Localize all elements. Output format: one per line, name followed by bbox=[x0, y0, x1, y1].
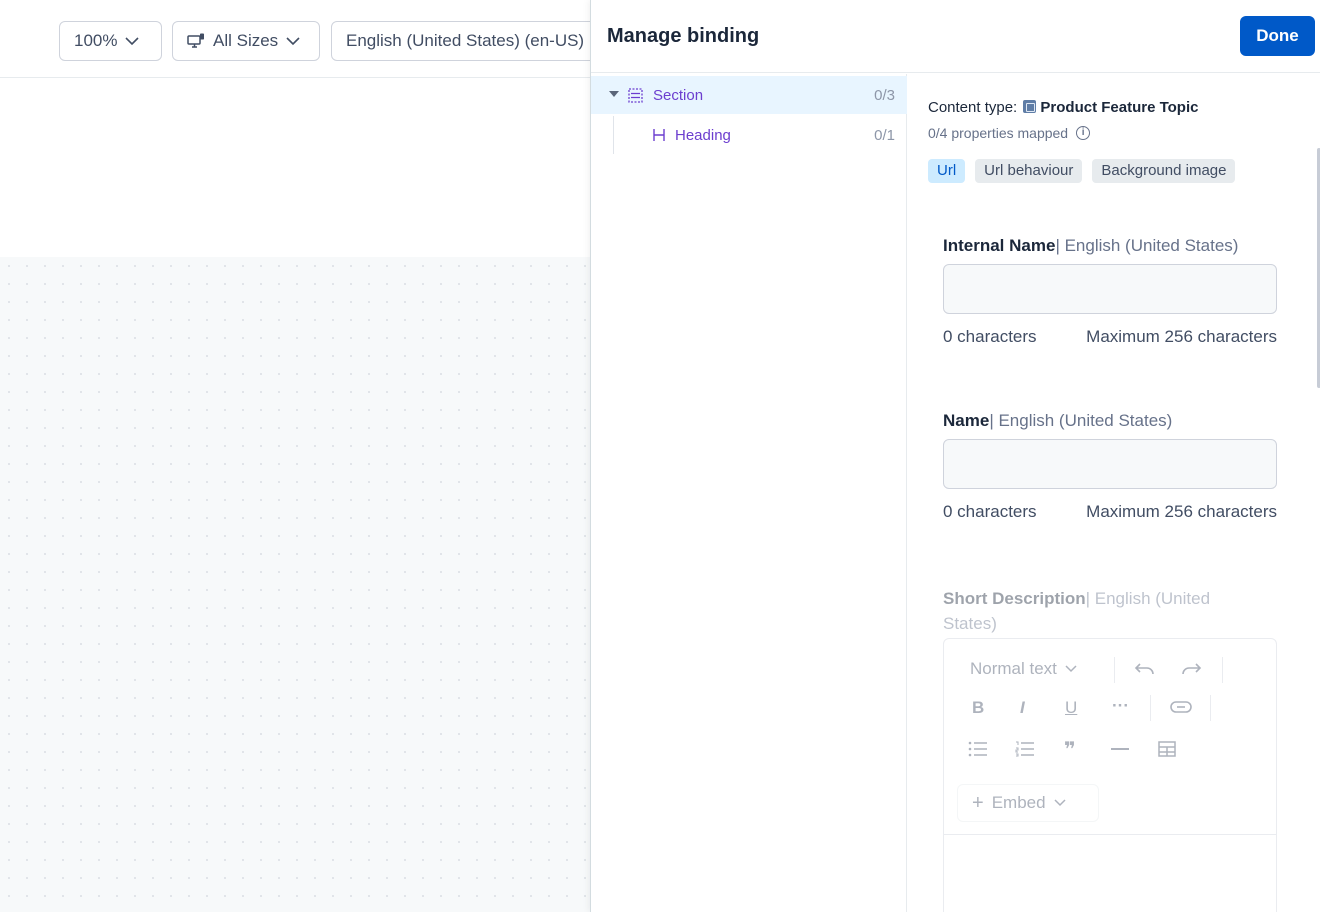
table-icon[interactable] bbox=[1158, 741, 1176, 757]
field-label: Internal Name| English (United States) bbox=[943, 236, 1239, 255]
content-type-value: Product Feature Topic bbox=[1040, 99, 1199, 116]
link-icon[interactable] bbox=[1170, 701, 1192, 713]
name-field: Name| English (United States) 0 characte… bbox=[943, 411, 1277, 522]
embed-button[interactable]: + Embed bbox=[957, 784, 1099, 822]
internal-name-field: Internal Name| English (United States) 0… bbox=[943, 236, 1277, 347]
chevron-down-icon bbox=[286, 36, 300, 45]
property-pills: Url Url behaviour Background image bbox=[928, 159, 1236, 183]
field-footer: 0 characters Maximum 256 characters bbox=[943, 502, 1277, 522]
toolbar-divider bbox=[1210, 695, 1211, 721]
info-icon[interactable]: i bbox=[1076, 126, 1091, 140]
internal-name-input[interactable] bbox=[943, 264, 1277, 314]
locale-dropdown[interactable]: English (United States) (en-US) bbox=[331, 21, 621, 61]
mapped-count: 0/4 properties mapped i bbox=[928, 125, 1091, 141]
zoom-dropdown[interactable]: 100% bbox=[59, 21, 162, 61]
horizontal-rule-icon[interactable] bbox=[1111, 748, 1129, 750]
pill-url-behaviour[interactable]: Url behaviour bbox=[975, 159, 1083, 183]
editor-canvas[interactable] bbox=[0, 257, 591, 912]
text-format-dropdown[interactable]: Normal text bbox=[970, 659, 1077, 679]
undo-icon[interactable] bbox=[1134, 661, 1156, 677]
tree-item-label: Section bbox=[653, 86, 704, 104]
content-type-line: Content type: Product Feature Topic bbox=[928, 99, 1198, 116]
char-count: 0 characters bbox=[943, 502, 1037, 521]
bulleted-list-icon[interactable] bbox=[968, 741, 988, 757]
pill-url[interactable]: Url bbox=[928, 159, 966, 183]
quote-icon[interactable]: ❞ bbox=[1064, 737, 1076, 762]
tree-item-label: Heading bbox=[675, 126, 731, 144]
viewport-sizes-value: All Sizes bbox=[213, 31, 279, 50]
field-label: Short Description| English (United State… bbox=[943, 589, 1211, 633]
rich-text-toolbar: Normal text B I U ··· ❞ + Embed bbox=[944, 639, 1276, 835]
content-type-prefix: Content type: bbox=[928, 99, 1018, 116]
devices-icon bbox=[187, 33, 204, 48]
pill-background-image[interactable]: Background image bbox=[1092, 159, 1236, 183]
panel-header: Manage binding Done bbox=[591, 0, 1320, 73]
char-max: Maximum 256 characters bbox=[1086, 327, 1277, 346]
zoom-value: 100% bbox=[74, 31, 118, 50]
rich-text-editor: Normal text B I U ··· ❞ + Embed bbox=[943, 638, 1277, 912]
plus-icon: + bbox=[972, 791, 984, 814]
more-icon[interactable]: ··· bbox=[1112, 696, 1129, 716]
bold-icon[interactable]: B bbox=[972, 698, 984, 718]
mapped-text: 0/4 properties mapped bbox=[928, 125, 1069, 141]
toolbar-divider bbox=[1114, 657, 1115, 683]
italic-icon[interactable]: I bbox=[1020, 698, 1025, 718]
numbered-list-icon[interactable] bbox=[1015, 741, 1035, 757]
editor-toolbar: 100% All Sizes English (United States) (… bbox=[0, 0, 621, 78]
panel-title: Manage binding bbox=[607, 25, 760, 47]
name-input[interactable] bbox=[943, 439, 1277, 489]
char-count: 0 characters bbox=[943, 327, 1037, 346]
toolbar-divider bbox=[1222, 657, 1223, 683]
chevron-down-icon bbox=[1065, 665, 1077, 673]
canvas-header-area bbox=[0, 79, 591, 257]
section-icon bbox=[628, 88, 643, 103]
field-label: Name| English (United States) bbox=[943, 411, 1173, 430]
binding-tree: Section 0/3 Heading 0/1 bbox=[591, 74, 907, 912]
char-max: Maximum 256 characters bbox=[1086, 502, 1277, 521]
toolbar-divider bbox=[1150, 695, 1151, 721]
chevron-down-icon bbox=[1054, 799, 1066, 807]
caret-down-icon[interactable] bbox=[609, 91, 619, 97]
manage-binding-panel: Manage binding Done Section 0/3 Heading … bbox=[590, 0, 1320, 912]
tree-item-count: 0/3 bbox=[874, 86, 895, 104]
chevron-down-icon bbox=[125, 36, 140, 45]
viewport-sizes-dropdown[interactable]: All Sizes bbox=[172, 21, 320, 61]
locale-value: English (United States) (en-US) bbox=[346, 31, 585, 50]
tree-item-heading[interactable]: Heading 0/1 bbox=[591, 116, 907, 154]
content-type-icon bbox=[1023, 100, 1037, 113]
tree-item-count: 0/1 bbox=[874, 126, 895, 144]
heading-icon bbox=[653, 129, 665, 141]
underline-icon[interactable]: U bbox=[1065, 698, 1077, 718]
tree-item-section[interactable]: Section 0/3 bbox=[591, 76, 907, 114]
done-button[interactable]: Done bbox=[1240, 16, 1315, 56]
field-footer: 0 characters Maximum 256 characters bbox=[943, 327, 1277, 347]
redo-icon[interactable] bbox=[1180, 661, 1202, 677]
binding-content: Content type: Product Feature Topic 0/4 … bbox=[908, 74, 1320, 912]
